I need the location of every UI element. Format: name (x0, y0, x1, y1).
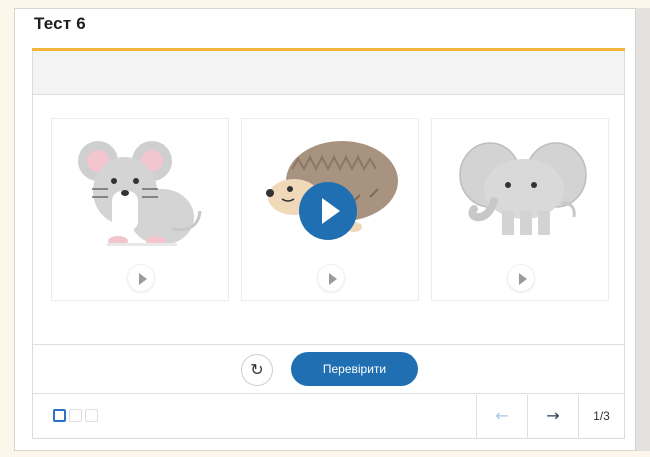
question-nav: ← → 1/3 (476, 395, 624, 438)
play-icon[interactable] (317, 264, 345, 292)
controls-row: ↻ Перевірити (33, 344, 624, 394)
progress-indicator (53, 409, 101, 423)
play-icon[interactable] (127, 264, 155, 292)
prev-arrow-icon[interactable]: ← (476, 395, 527, 438)
check-button[interactable]: Перевірити (291, 352, 418, 386)
answer-tile-elephant[interactable] (431, 118, 609, 301)
progress-step[interactable] (53, 409, 66, 422)
side-strip (636, 8, 650, 451)
big-play-icon[interactable] (299, 182, 357, 240)
test-card: ↻ Перевірити ← → 1/3 (32, 51, 625, 439)
answer-tile-mouse[interactable] (51, 118, 229, 301)
progress-step[interactable] (69, 409, 82, 422)
elephant-image (459, 142, 587, 235)
play-icon[interactable] (507, 264, 535, 292)
question-counter: 1/3 (578, 395, 624, 438)
next-arrow-icon[interactable]: → (527, 395, 578, 438)
reset-button[interactable]: ↻ (241, 354, 273, 386)
page-title: Тест 6 (34, 14, 86, 33)
mouse-image (78, 141, 202, 246)
progress-step[interactable] (85, 409, 98, 422)
question-bar (33, 51, 624, 95)
